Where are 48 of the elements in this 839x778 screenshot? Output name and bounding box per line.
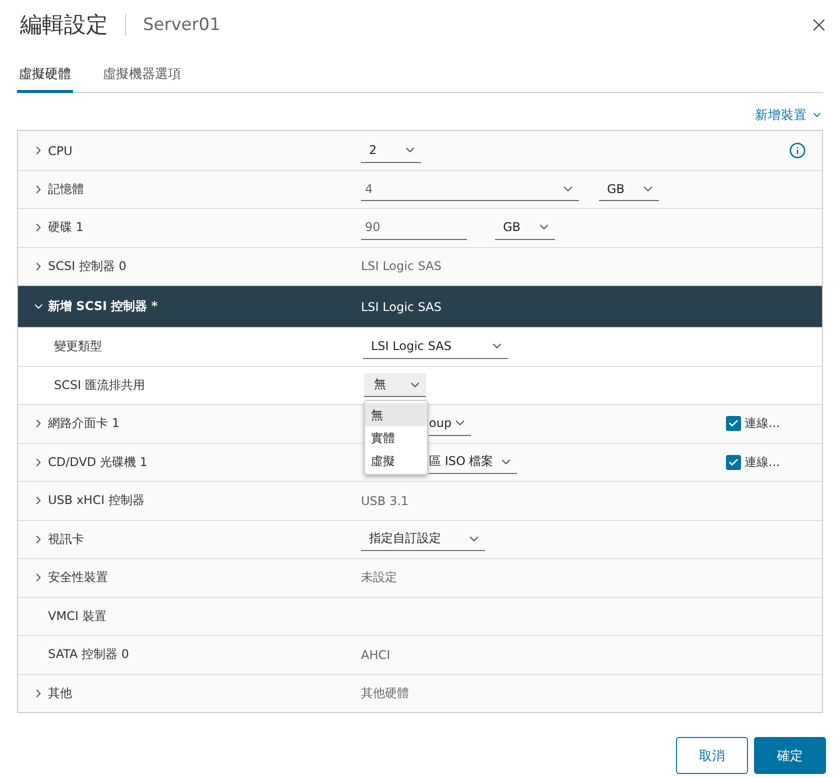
device-label: 網路介面卡 1 xyxy=(48,415,120,432)
connect-label: 連線... xyxy=(744,454,780,471)
connect-checkbox[interactable] xyxy=(726,454,741,470)
device-label: CPU xyxy=(48,144,72,158)
device-value: LSI Logic SAS xyxy=(361,259,442,274)
device-label: USB xHCI 控制器 xyxy=(48,492,144,510)
vm-name: Server01 xyxy=(125,14,220,36)
dropdown-select[interactable]: LSI Logic SAS xyxy=(363,334,508,359)
menu-option[interactable]: 虛擬 xyxy=(365,449,427,472)
cancel-button[interactable]: 取消 xyxy=(676,737,748,774)
device-label: CD/DVD 光碟機 1 xyxy=(48,454,148,471)
device-value: AHCI xyxy=(361,648,390,662)
device-value: 其他硬體 xyxy=(361,684,409,702)
device-label: SCSI 控制器 0 xyxy=(48,258,126,275)
device-label: VMCI 裝置 xyxy=(48,608,106,625)
check-icon xyxy=(728,418,739,430)
device-label: 安全性裝置 xyxy=(48,569,108,586)
device-value: LSI Logic SAS xyxy=(361,300,442,314)
info-icon[interactable] xyxy=(789,142,806,160)
device-label: 記憶體 xyxy=(48,180,84,198)
unit-select[interactable]: GB xyxy=(599,177,659,202)
tab[interactable]: 虛擬機器選項 xyxy=(101,63,183,93)
dropdown-select[interactable]: 2 xyxy=(361,138,421,163)
dropdown-select[interactable]: 指定自訂設定 xyxy=(361,527,485,552)
device-label: 其他 xyxy=(48,684,72,702)
device-label: 視訊卡 xyxy=(48,530,84,548)
device-label: 新增 SCSI 控制器 * xyxy=(48,298,158,315)
check-icon xyxy=(728,456,739,468)
dialog-title: 編輯設定 xyxy=(19,12,108,40)
menu-option[interactable]: 實體 xyxy=(365,426,427,450)
unit-select[interactable]: GB xyxy=(495,216,555,240)
connect-label: 連線... xyxy=(744,415,780,432)
memory-combo[interactable]: 4 xyxy=(361,177,579,202)
setting-label: 變更類型 xyxy=(54,338,102,356)
device-row[interactable]: 新增 SCSI 控制器 * LSI Logic SAS xyxy=(18,285,822,327)
device-label: SATA 控制器 0 xyxy=(48,646,129,664)
device-label: 硬碟 1 xyxy=(48,219,84,236)
connect-checkbox[interactable] xyxy=(726,416,741,432)
tab[interactable]: 虛擬硬體 xyxy=(17,63,73,93)
device-value: 未設定 xyxy=(361,569,397,586)
menu-option[interactable]: 無 xyxy=(365,403,427,426)
dropdown-select[interactable]: 區 ISO 檔案 xyxy=(429,450,517,474)
dropdown-select[interactable]: oup xyxy=(429,412,471,436)
size-input[interactable]: 90 xyxy=(361,216,467,240)
setting-label: SCSI 匯流排共用 xyxy=(54,376,145,394)
add-device-link[interactable]: 新增裝置 xyxy=(755,103,823,127)
ok-button[interactable]: 確定 xyxy=(754,737,826,774)
device-value: USB 3.1 xyxy=(361,494,409,508)
